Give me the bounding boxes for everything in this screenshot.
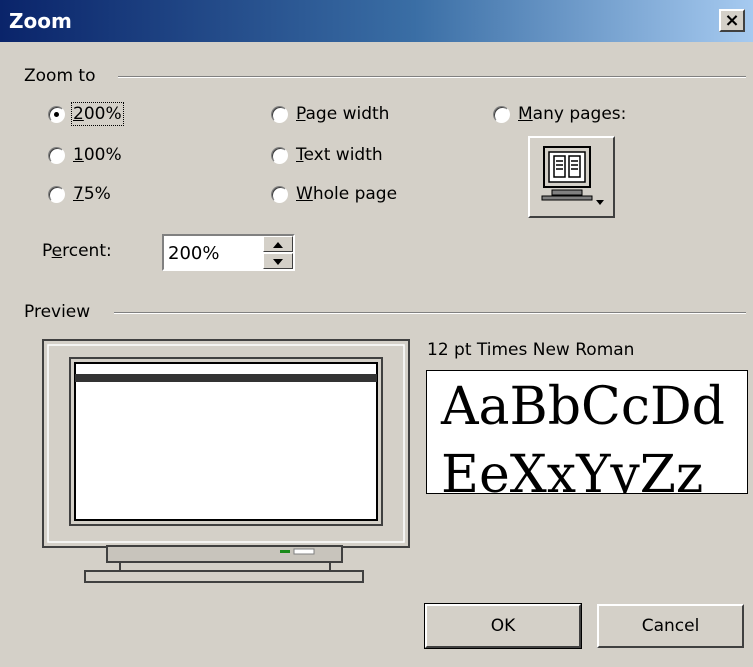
many-pages-button[interactable]: [528, 136, 615, 218]
monitor-preview: [42, 339, 410, 583]
spin-up-button[interactable]: [263, 236, 293, 252]
font-sample-line2: EeXxYyZz: [441, 445, 704, 494]
radio-button[interactable]: [48, 185, 65, 203]
zoom-to-label: Zoom to: [24, 66, 102, 86]
radio-75[interactable]: 75%: [48, 184, 111, 204]
radio-text-width[interactable]: Text width: [271, 145, 383, 165]
arrow-up-icon: [273, 242, 283, 248]
percent-spinner[interactable]: 200%: [162, 234, 295, 271]
cancel-button[interactable]: Cancel: [597, 604, 744, 648]
radio-label-page-width: Page width: [296, 104, 390, 124]
radio-label-100: 100%: [73, 145, 122, 165]
radio-button[interactable]: [493, 105, 510, 123]
radio-200[interactable]: 200%: [48, 102, 124, 126]
font-name: 12 pt Times New Roman: [427, 340, 635, 360]
radio-button[interactable]: [48, 146, 65, 164]
radio-whole-page[interactable]: Whole page: [271, 184, 397, 204]
title-bar: Zoom ×: [0, 0, 753, 42]
radio-page-width[interactable]: Page width: [271, 104, 389, 124]
font-sample: AaBbCcDd EeXxYyZz: [426, 370, 748, 494]
radio-label-75: 75%: [73, 184, 111, 204]
radio-button[interactable]: [271, 146, 288, 164]
preview-divider: [114, 312, 746, 314]
radio-button[interactable]: [271, 185, 288, 203]
preview-label: Preview: [24, 302, 97, 322]
close-icon: ×: [724, 9, 740, 31]
radio-label-many-pages: Many pages:: [518, 104, 627, 124]
radio-100[interactable]: 100%: [48, 145, 122, 165]
radio-button[interactable]: [271, 105, 288, 123]
radio-label-whole-page: Whole page: [296, 184, 398, 204]
many-pages-monitor-icon: [541, 146, 604, 205]
arrow-down-icon: [273, 259, 283, 265]
radio-label-200: 200%: [71, 102, 124, 126]
spin-buttons: [263, 236, 293, 269]
percent-input[interactable]: 200%: [168, 243, 219, 264]
zoom-dialog: Zoom × Zoom to 200% 100% 75% Page width …: [0, 0, 753, 667]
percent-label: Percent:: [42, 241, 112, 261]
font-sample-line1: AaBbCcDd: [441, 377, 725, 437]
spin-down-button[interactable]: [263, 253, 293, 269]
radio-button[interactable]: [48, 105, 65, 123]
radio-many-pages[interactable]: Many pages:: [493, 104, 626, 124]
dialog-title: Zoom: [9, 9, 72, 33]
zoom-to-divider: [118, 76, 746, 78]
close-button[interactable]: ×: [719, 9, 745, 32]
ok-button[interactable]: OK: [424, 603, 582, 649]
radio-label-text-width: Text width: [296, 145, 383, 165]
